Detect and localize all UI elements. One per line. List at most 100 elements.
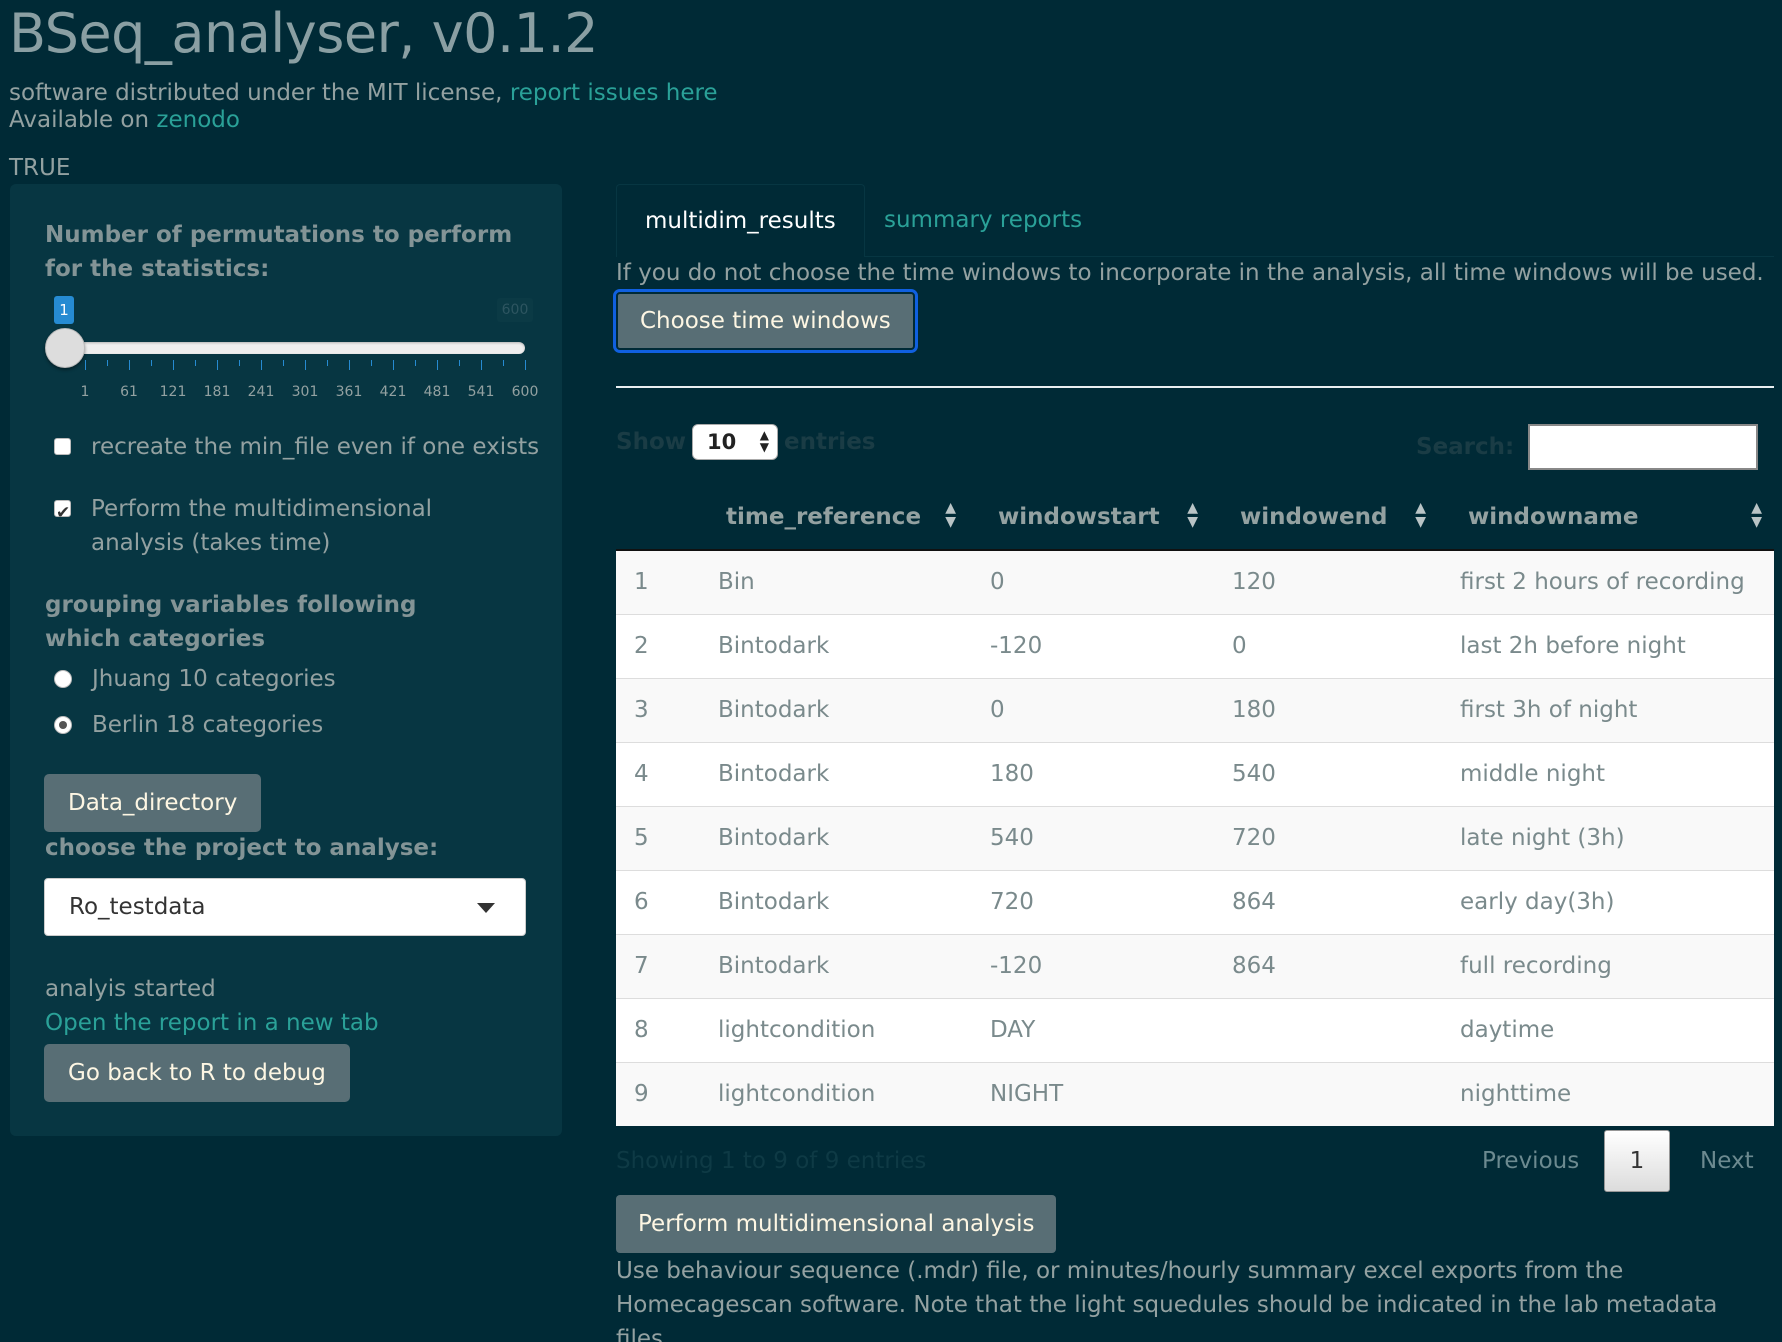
table-cell: 720: [968, 869, 1210, 934]
table-cell: DAY: [968, 997, 1210, 1062]
column-label: windowstart: [998, 503, 1160, 530]
radio-jhuang[interactable]: [54, 670, 72, 688]
slider-tick: [349, 360, 350, 370]
table-row[interactable]: 2 Bintodark -120 0 last 2h before night: [616, 613, 1774, 678]
table-cell: lightcondition: [696, 1061, 968, 1126]
radio-option-berlin[interactable]: Berlin 18 categories: [45, 708, 323, 742]
table-cell: 540: [968, 805, 1210, 870]
table-row[interactable]: 7 Bintodark -120 864 full recording: [616, 933, 1774, 998]
table-row[interactable]: 8 lightcondition DAY daytime: [616, 997, 1774, 1062]
table-cell: full recording: [1438, 933, 1774, 998]
radio-berlin[interactable]: [54, 716, 72, 734]
table-cell: 540: [1210, 741, 1438, 806]
recreate-min-file-checkbox[interactable]: [54, 438, 71, 455]
table-cell: 864: [1210, 933, 1438, 998]
slider-tick-label: 1: [80, 384, 90, 400]
table-row[interactable]: 1 Bin 0 120 first 2 hours of recording: [616, 549, 1774, 614]
table-row[interactable]: 4 Bintodark 180 540 middle night: [616, 741, 1774, 806]
slider-tick-label: 421: [379, 384, 407, 400]
radio-berlin-label: Berlin 18 categories: [92, 712, 324, 738]
permutations-slider[interactable]: 1 600 1 61 121 181 241 301 361 421 481 541 600: [45, 296, 538, 400]
table-cell: Bin: [696, 549, 968, 614]
table-cell: NIGHT: [968, 1061, 1210, 1126]
previous-page-button[interactable]: Previous: [1482, 1130, 1579, 1192]
page-1-button[interactable]: 1: [1604, 1130, 1670, 1192]
report-issues-link[interactable]: report issues here: [510, 80, 718, 106]
table-row[interactable]: 6 Bintodark 720 864 early day(3h): [616, 869, 1774, 934]
column-header-windowstart[interactable]: windowstart ▲ ▼: [968, 484, 1210, 551]
table-row[interactable]: 9 lightcondition NIGHT nighttime: [616, 1061, 1774, 1126]
project-select[interactable]: Ro_testdata: [44, 878, 526, 936]
project-selected-value: Ro_testdata: [69, 894, 206, 920]
row-index-cell: 3: [616, 677, 696, 742]
row-index-cell: 8: [616, 997, 696, 1062]
column-label: windowend: [1240, 503, 1388, 530]
row-index-cell: 5: [616, 805, 696, 870]
table-cell: nighttime: [1438, 1061, 1774, 1126]
table-cell: 0: [968, 677, 1210, 742]
row-index-cell: 1: [616, 549, 696, 614]
column-header-windowend[interactable]: windowend ▲ ▼: [1210, 484, 1438, 551]
table-cell: 180: [1210, 677, 1438, 742]
tab-summary-reports[interactable]: summary reports: [856, 184, 1110, 257]
table-cell: [1210, 997, 1438, 1062]
footer-note: Use behaviour sequence (.mdr) file, or m…: [616, 1258, 1718, 1342]
table-cell: 720: [1210, 805, 1438, 870]
row-index-cell: 4: [616, 741, 696, 806]
column-header-index: [616, 484, 696, 551]
slider-tick: [283, 360, 284, 366]
next-page-button[interactable]: Next: [1700, 1130, 1754, 1192]
slider-tick: [107, 360, 108, 366]
open-report-link[interactable]: Open the report in a new tab: [45, 1010, 379, 1036]
search-input[interactable]: [1528, 424, 1759, 470]
zenodo-link[interactable]: zenodo: [156, 107, 240, 133]
table-cell: Bintodark: [696, 933, 968, 998]
slider-tick: [239, 360, 240, 366]
perform-multidimensional-analysis-button[interactable]: Perform multidimensional analysis: [616, 1195, 1057, 1253]
table-row[interactable]: 5 Bintodark 540 720 late night (3h): [616, 805, 1774, 870]
column-label: windowname: [1468, 503, 1639, 530]
table-cell: 120: [1210, 549, 1438, 614]
slider-tick: [437, 360, 438, 370]
debug-button[interactable]: Go back to R to debug: [44, 1044, 350, 1102]
slider-tick: [129, 360, 130, 370]
row-index-cell: 9: [616, 1061, 696, 1126]
entries-select[interactable]: 10 ▲ ▼: [692, 424, 778, 460]
sort-icon: ▲ ▼: [1751, 500, 1762, 530]
table-cell: 0: [968, 549, 1210, 614]
sort-icon: ▲ ▼: [945, 500, 956, 530]
column-header-windowname[interactable]: windowname ▲ ▼: [1438, 484, 1774, 551]
recreate-min-file-option[interactable]: recreate the min_file even if one exists: [45, 430, 539, 464]
sidebar-panel: Number of permutations to perform for th…: [10, 184, 562, 1136]
table-header-row: time_reference ▲ ▼ windowstart ▲ ▼ windowend…: [616, 484, 1774, 551]
column-header-time-reference[interactable]: time_reference ▲ ▼: [696, 484, 968, 551]
row-index-cell: 2: [616, 613, 696, 678]
slider-tick: [371, 360, 372, 366]
slider-max-label: 600: [497, 298, 533, 322]
multidim-analysis-checkbox[interactable]: [54, 496, 71, 530]
table-row[interactable]: 3 Bintodark 0 180 first 3h of night: [616, 677, 1774, 742]
choose-time-windows-button[interactable]: Choose time windows: [616, 292, 915, 350]
radio-option-jhuang[interactable]: Jhuang 10 categories: [45, 662, 336, 696]
data-directory-button[interactable]: Data_directory: [44, 774, 262, 832]
row-index-cell: 7: [616, 933, 696, 998]
updown-arrows-icon: ▲ ▼: [759, 428, 769, 454]
slider-track[interactable]: [65, 342, 525, 354]
slider-tick-label: 301: [291, 384, 319, 400]
slider-tick: [415, 360, 416, 366]
table-cell: 0: [1210, 613, 1438, 678]
slider-tick: [459, 360, 460, 366]
slider-value-label: 1: [54, 296, 74, 324]
table-cell: Bintodark: [696, 741, 968, 806]
tab-bar: multidim_results summary reports: [616, 184, 1774, 257]
table-cell: -120: [968, 613, 1210, 678]
show-label: Show: [616, 429, 686, 455]
slider-ticks: [65, 360, 526, 380]
table-cell: last 2h before night: [1438, 613, 1774, 678]
slider-tick: [173, 360, 174, 370]
tab-multidim-results[interactable]: multidim_results: [616, 184, 865, 257]
multidim-analysis-option[interactable]: Perform the multidimensional analysis (t…: [45, 492, 515, 560]
entries-select-value: 10: [707, 430, 737, 454]
slider-tick: [305, 360, 306, 370]
radio-jhuang-label: Jhuang 10 categories: [92, 666, 336, 692]
